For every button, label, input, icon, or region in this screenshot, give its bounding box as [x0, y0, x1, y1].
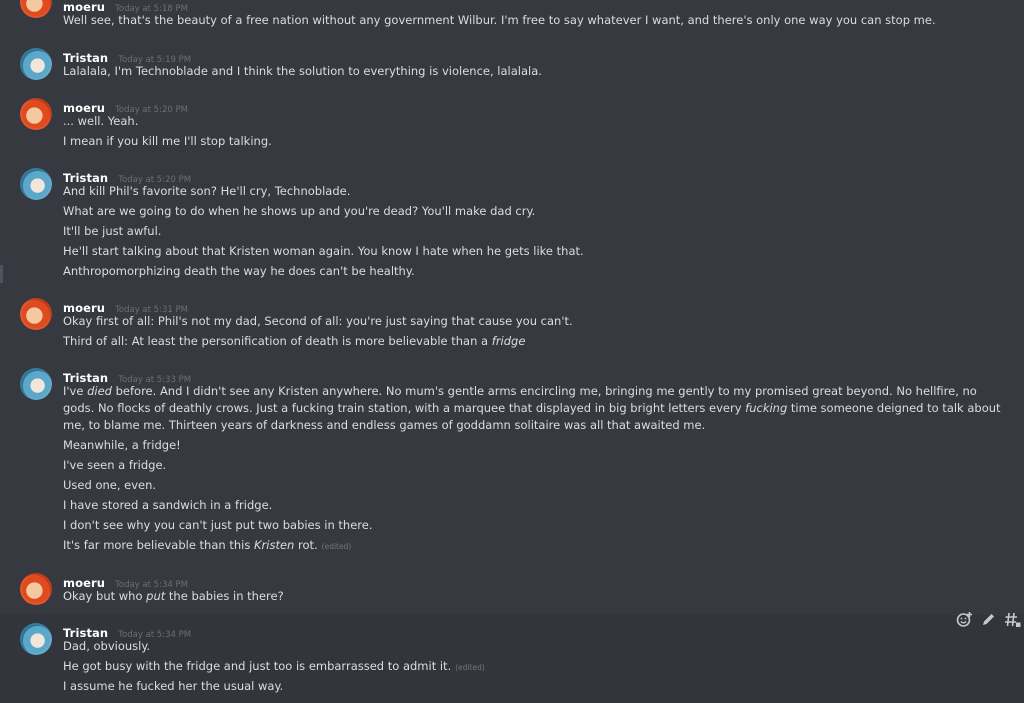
avatar[interactable] — [20, 573, 52, 605]
message-text: Meanwhile, a fridge! — [63, 438, 181, 452]
message-text: Lalalala, I'm Technoblade and I think th… — [63, 64, 542, 78]
message-group: moeru Today at 5:18 PM Well see, that's … — [0, 0, 1024, 40]
text-segment: It's far more believable than this — [63, 538, 254, 552]
text-segment: fridge — [491, 334, 526, 348]
text-segment: put — [146, 589, 166, 603]
message-group: Tristan Today at 5:19 PM Lalalala, I'm T… — [0, 40, 1024, 90]
text-segment: died — [87, 384, 112, 398]
avatar[interactable] — [20, 623, 52, 655]
avatar[interactable] — [20, 298, 52, 330]
avatar[interactable] — [20, 168, 52, 200]
text-segment: He got busy with the fridge and just too… — [63, 659, 452, 673]
message-group: Tristan Today at 5:33 PM I've died befor… — [0, 360, 1024, 565]
message-text: Okay but who put the babies in there? — [63, 588, 1010, 605]
message-list: moeru Today at 5:18 PM Well see, that's … — [0, 0, 1024, 703]
more-options-icon[interactable] — [1003, 610, 1021, 628]
text-segment: I've — [63, 384, 88, 398]
message-text: Dad, obviously. — [63, 639, 151, 653]
text-segment: Kristen — [253, 538, 295, 552]
message-text: I don't see why you can't just put two b… — [63, 518, 373, 532]
text-segment: Okay but who — [63, 589, 147, 603]
text-segment: the babies in there? — [165, 589, 284, 603]
message-group: Tristan Today at 5:34 PM Dad, obviously.… — [0, 615, 1024, 703]
edited-label: (edited) — [455, 663, 485, 672]
message-group: moeru Today at 5:20 PM ... well. Yeah. I… — [0, 90, 1024, 160]
avatar[interactable] — [20, 0, 52, 18]
divider — [0, 265, 3, 283]
text-segment: Third of all: At least the personificati… — [63, 334, 492, 348]
message-text: He got busy with the fridge and just too… — [63, 658, 1010, 677]
message-text: I have stored a sandwich in a fridge. — [63, 498, 273, 512]
message-text: I've seen a fridge. — [63, 458, 167, 472]
avatar[interactable] — [20, 98, 52, 130]
avatar[interactable] — [20, 368, 52, 400]
message-text: Used one, even. — [63, 478, 157, 492]
edited-label: (edited) — [321, 542, 352, 551]
message-text: I mean if you kill me I'll stop talking. — [63, 134, 272, 148]
message-text: It's far more believable than this Krist… — [63, 537, 1010, 556]
message-toolbar — [952, 606, 1024, 632]
message-text: Okay first of all: Phil's not my dad, Se… — [63, 314, 573, 328]
avatar[interactable] — [20, 48, 52, 80]
add-reaction-icon[interactable] — [955, 610, 973, 628]
text-segment: rot. — [294, 538, 318, 552]
message-text: Third of all: At least the personificati… — [63, 333, 1010, 350]
edit-icon[interactable] — [979, 610, 997, 628]
message-group: moeru Today at 5:34 PM Okay but who put … — [0, 565, 1024, 615]
message-group: moeru Today at 5:31 PM Okay first of all… — [0, 290, 1024, 360]
message-text: He'll start talking about that Kristen w… — [63, 244, 584, 258]
message-text: Anthropomorphizing death the way he does… — [63, 264, 415, 278]
text-segment: fucking — [745, 400, 788, 415]
message-text: It'll be just awful. — [63, 224, 162, 238]
message-group: Tristan Today at 5:20 PM And kill Phil's… — [0, 160, 1024, 290]
message-text: I assume he fucked her the usual way. — [63, 679, 284, 693]
message-text: What are we going to do when he shows up… — [63, 204, 536, 218]
message-text: I've died before. And I didn't see any K… — [63, 383, 1010, 433]
message-text: And kill Phil's favorite son? He'll cry,… — [63, 184, 351, 198]
message-text: ... well. Yeah. — [63, 114, 139, 128]
message-text: Well see, that's the beauty of a free na… — [63, 13, 936, 27]
